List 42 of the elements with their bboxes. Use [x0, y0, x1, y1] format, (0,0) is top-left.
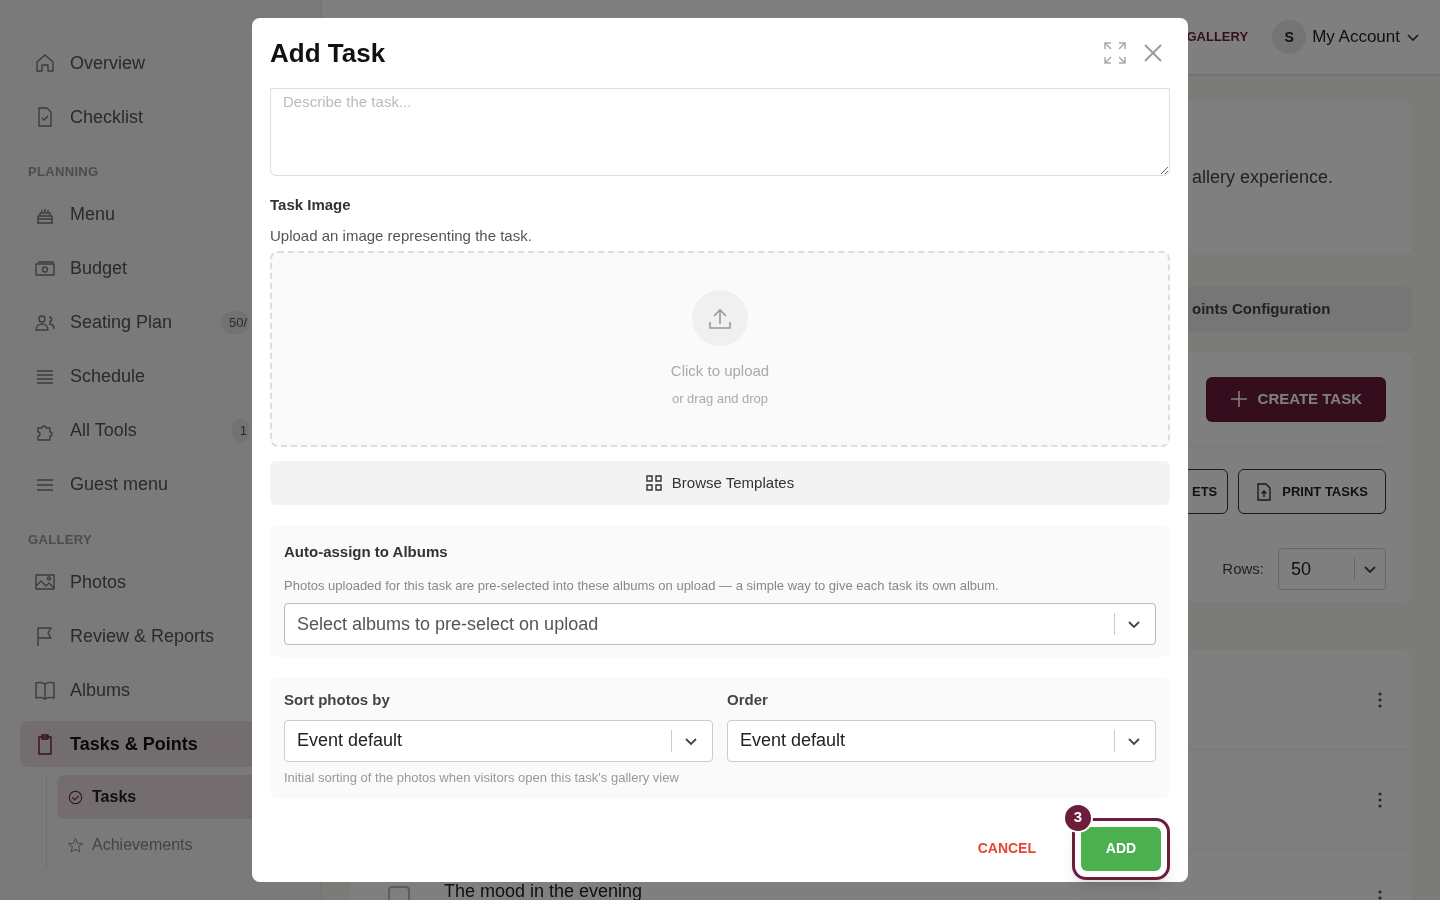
book-icon	[34, 679, 56, 701]
field-label: Order	[727, 690, 769, 710]
task-title: The mood in the evening	[444, 880, 644, 900]
account-button[interactable]: S My Account	[1272, 20, 1420, 54]
more-vertical-icon[interactable]	[1378, 691, 1382, 708]
grid-icon	[645, 475, 662, 491]
upload-subtitle: or drag and drop	[671, 389, 769, 408]
count-badge: 1	[231, 418, 249, 443]
file-upload-icon	[1256, 482, 1273, 501]
dialog-title: Add Task	[270, 36, 387, 70]
browse-templates-button[interactable]: Browse Templates	[270, 461, 1170, 505]
toolbar-button[interactable]: PRINT TASKS	[1238, 469, 1386, 514]
avatar: S	[1272, 20, 1307, 54]
upload-icon	[692, 290, 748, 346]
config-tab[interactable]: oints Configuration	[1192, 298, 1331, 321]
home-icon	[34, 52, 56, 74]
plus-icon	[1229, 390, 1248, 408]
intro-text: allery experience.	[1192, 166, 1334, 189]
star-icon	[67, 836, 84, 854]
upload-dropzone[interactable]: Click to upload or drag and drop	[270, 251, 1170, 447]
description-field[interactable]: Describe the task...	[270, 88, 1170, 176]
sort-select[interactable]: Event default	[284, 719, 713, 762]
step-badge: 3	[1063, 802, 1093, 833]
section-label: Auto-assign to Albums	[284, 542, 449, 562]
gallery-link[interactable]: GALLERY	[1186, 27, 1249, 47]
field-label: Sort photos by	[284, 690, 391, 710]
albums-select[interactable]: Select albums to pre-select on upload	[284, 603, 1156, 645]
close-icon[interactable]	[1144, 44, 1162, 62]
add-button[interactable]: ADD	[1081, 826, 1161, 871]
cancel-button[interactable]: CANCEL	[977, 838, 1036, 859]
expand-icon[interactable]	[1104, 42, 1126, 64]
image-icon	[34, 571, 56, 593]
section-help: Photos uploaded for this task are pre-selected into these albums on upload — a simple way to give each task its own album.	[284, 576, 1000, 595]
field-hint: Upload an image representing the task.	[270, 225, 533, 246]
count-badge: 50/	[220, 310, 249, 335]
create-task-button[interactable]: CREATE TASK	[1205, 376, 1386, 422]
field-label: Task Image	[270, 195, 352, 215]
more-vertical-icon[interactable]	[1378, 791, 1382, 808]
rows-select[interactable]: 50	[1278, 548, 1386, 590]
order-select[interactable]: Event default	[727, 719, 1156, 762]
upload-title: Click to upload	[670, 361, 770, 381]
rows-label: Rows:	[1222, 558, 1264, 579]
